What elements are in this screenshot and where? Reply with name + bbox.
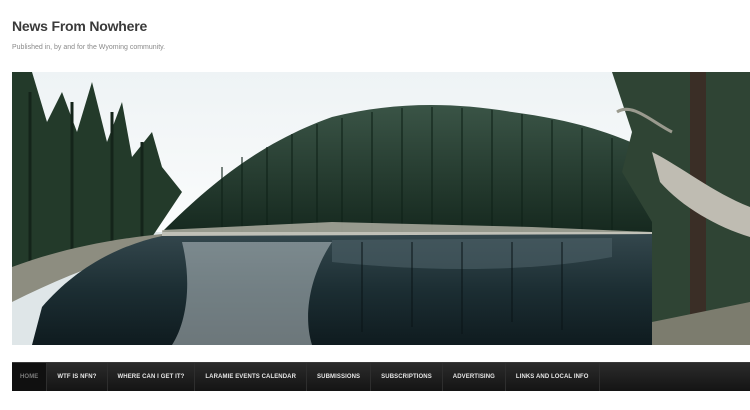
site-tagline: Published in, by and for the Wyoming com…: [12, 44, 166, 51]
nav-item-home[interactable]: Home: [12, 363, 48, 391]
site-title[interactable]: News From Nowhere: [12, 18, 147, 34]
nav-item-links-and-local-info[interactable]: Links and Local Info: [506, 363, 600, 391]
nav-item-subscriptions[interactable]: Subscriptions: [371, 363, 443, 391]
nav-item-where-can-i-get-it[interactable]: Where can I get it?: [108, 363, 196, 391]
nav-item-advertising[interactable]: Advertising: [443, 363, 506, 391]
nav-item-laramie-events-calendar[interactable]: Laramie Events Calendar: [195, 363, 308, 391]
site-header: News From Nowhere Published in, by and f…: [12, 0, 750, 72]
header-banner-image: [12, 72, 750, 345]
nav-item-wtf-is-nfn[interactable]: WTF is NFN?: [47, 363, 108, 391]
main-nav: Home WTF is NFN? Where can I get it? Lar…: [12, 362, 750, 391]
nav-item-submissions[interactable]: Submissions: [307, 363, 372, 391]
